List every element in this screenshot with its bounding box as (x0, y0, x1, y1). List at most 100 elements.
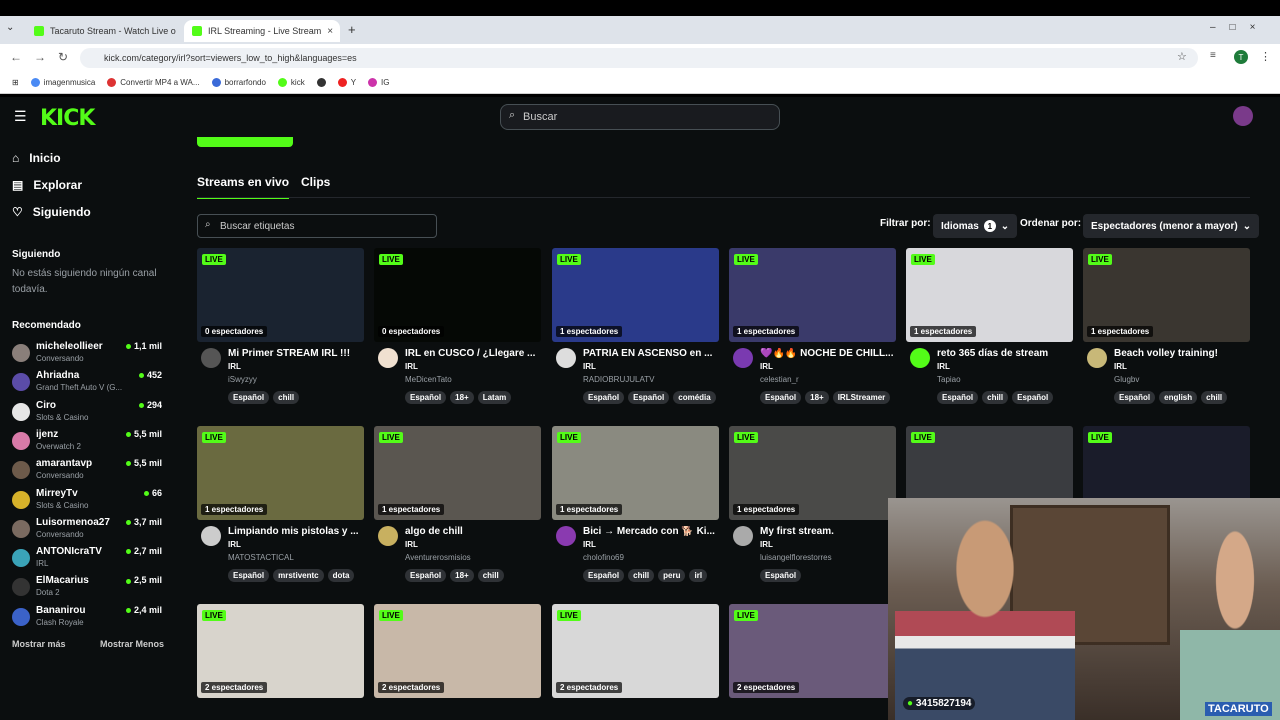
stream-thumbnail[interactable]: LIVE 0 espectadores (197, 248, 364, 342)
tag-chip[interactable]: Español (1012, 391, 1054, 404)
bookmark-item[interactable]: imagenmusica (30, 78, 95, 87)
stream-title[interactable]: algo de chill (405, 526, 541, 537)
close-icon[interactable]: × (327, 26, 333, 37)
tag-chip[interactable]: Español (228, 569, 270, 582)
nav-inicio[interactable]: ⌂ Inicio (12, 151, 61, 165)
recommended-channel[interactable]: amarantavp Conversando 5,5 mil (12, 458, 162, 486)
stream-title[interactable]: My first stream. (760, 526, 896, 537)
streamer-avatar[interactable] (201, 526, 221, 546)
bookmark-item[interactable]: IG (368, 78, 390, 87)
stream-thumbnail[interactable]: LIVE 2 espectadores (197, 604, 364, 698)
streamer-name[interactable]: cholofino69 (583, 553, 624, 562)
stream-category[interactable]: IRL (760, 362, 773, 371)
apps-icon[interactable]: ⊞ (12, 78, 19, 87)
stream-title[interactable]: reto 365 días de stream (937, 348, 1073, 359)
tag-chip[interactable]: chill (982, 391, 1009, 404)
stream-title[interactable]: Limpiando mis pistolas y ... (228, 526, 364, 537)
reload-icon[interactable]: ↻ (58, 50, 68, 64)
stream-category[interactable]: IRL (760, 540, 773, 549)
stream-category[interactable]: IRL (228, 540, 241, 549)
tag-chip[interactable]: Español (1114, 391, 1156, 404)
browser-tab-tacaruto[interactable]: Tacaruto Stream - Watch Live o × (26, 20, 178, 42)
recommended-channel[interactable]: MirreyTv Slots & Casino 66 (12, 488, 162, 516)
streamer-name[interactable]: MeDicenTato (405, 375, 452, 384)
stream-title[interactable]: Bici → Mercado con 🐕 Ki... (583, 526, 719, 537)
show-less-button[interactable]: Mostrar Menos (100, 639, 164, 649)
tag-chip[interactable]: Español (583, 569, 625, 582)
tag-chip[interactable]: Español (760, 569, 802, 582)
bookmark-item[interactable]: borrarfondo (211, 78, 266, 87)
stream-thumbnail[interactable]: LIVE 1 espectadores (552, 248, 719, 342)
forward-icon[interactable]: → (34, 50, 46, 64)
stream-thumbnail[interactable]: LIVE 2 espectadores (374, 604, 541, 698)
stream-title[interactable]: IRL en CUSCO / ¿Llegare ... (405, 348, 541, 359)
stream-category[interactable]: IRL (228, 362, 241, 371)
category-follow-button[interactable] (197, 137, 293, 147)
tag-chip[interactable]: 18+ (450, 391, 474, 404)
tag-chip[interactable]: IRLStreamer (832, 391, 891, 404)
tag-chip[interactable]: chill (477, 569, 504, 582)
tag-search-input[interactable]: Buscar etiquetas (197, 214, 437, 238)
streamer-name[interactable]: Tapiao (937, 375, 961, 384)
streamer-avatar[interactable] (1087, 348, 1107, 368)
tag-chip[interactable]: peru (658, 569, 686, 582)
stream-category[interactable]: IRL (405, 540, 418, 549)
tag-chip[interactable]: irl (689, 569, 708, 582)
tab-clips[interactable]: Clips (301, 175, 330, 189)
sort-dropdown[interactable]: Espectadores (menor a mayor) ⌄ (1083, 214, 1260, 238)
tab-streams[interactable]: Streams en vivo (197, 175, 290, 199)
tag-chip[interactable]: Español (760, 391, 802, 404)
stream-thumbnail[interactable]: LIVE 1 espectadores (729, 426, 896, 520)
streamer-avatar[interactable] (556, 526, 576, 546)
bookmark-item[interactable] (316, 78, 326, 87)
stream-title[interactable]: Mi Primer STREAM IRL !!! (228, 348, 364, 359)
streamer-avatar[interactable] (910, 348, 930, 368)
stream-title[interactable]: PATRIA EN ASCENSO en ... (583, 348, 719, 359)
streamer-name[interactable]: RADIOBRUJULATV (583, 375, 654, 384)
tag-chip[interactable]: 18+ (450, 569, 474, 582)
show-more-button[interactable]: Mostrar más (12, 639, 66, 649)
stream-thumbnail[interactable]: LIVE 2 espectadores (729, 604, 896, 698)
bookmark-star-icon[interactable]: ☆ (1177, 50, 1187, 63)
new-tab-button[interactable]: + (348, 22, 356, 37)
recommended-channel[interactable]: ijenz Overwatch 2 5,5 mil (12, 429, 162, 457)
bookmark-item[interactable]: kick (277, 78, 305, 87)
streamer-name[interactable]: MATOSTACTICAL (228, 553, 294, 562)
media-icon[interactable]: ≡ (1210, 50, 1216, 61)
streamer-name[interactable]: Glugbv (1114, 375, 1139, 384)
tag-chip[interactable]: chill (1201, 391, 1228, 404)
stream-category[interactable]: IRL (583, 540, 596, 549)
stream-thumbnail[interactable]: LIVE 2 espectadores (552, 604, 719, 698)
streamer-name[interactable]: iSwyzyy (228, 375, 257, 384)
kick-logo[interactable]: KICK (40, 106, 95, 131)
tag-chip[interactable]: Español (628, 391, 670, 404)
menu-icon[interactable]: ⋮ (1260, 50, 1271, 63)
tag-chip[interactable]: 18+ (805, 391, 829, 404)
streamer-avatar[interactable] (733, 526, 753, 546)
tag-chip[interactable]: Latam (477, 391, 512, 404)
stream-title[interactable]: Beach volley training! (1114, 348, 1250, 359)
bookmark-item[interactable]: Convertir MP4 a WA... (107, 78, 200, 87)
browser-tab-irl[interactable]: IRL Streaming - Live Stream × (184, 20, 340, 42)
recommended-channel[interactable]: Luisormenoa27 Conversando 3,7 mil (12, 517, 162, 545)
tag-chip[interactable]: Español (583, 391, 625, 404)
back-icon[interactable]: ← (10, 50, 22, 64)
tag-chip[interactable]: Español (228, 391, 270, 404)
streamer-name[interactable]: Aventurerosmisios (405, 553, 471, 562)
tag-chip[interactable]: dota (327, 569, 355, 582)
tag-chip[interactable]: Español (937, 391, 979, 404)
profile-avatar[interactable]: T (1234, 50, 1248, 64)
hamburger-menu-icon[interactable]: ☰ (14, 108, 27, 125)
recommended-channel[interactable]: Ahriadna Grand Theft Auto V (G... 452 (12, 370, 162, 398)
tag-chip[interactable]: Español (405, 569, 447, 582)
language-filter-dropdown[interactable]: Idiomas 1 ⌄ (933, 214, 1018, 238)
stream-thumbnail[interactable]: LIVE 1 espectadores (729, 248, 896, 342)
tag-chip[interactable]: chill (628, 569, 655, 582)
nav-explorar[interactable]: ▤ Explorar (12, 178, 82, 192)
stream-thumbnail[interactable]: LIVE 1 espectadores (1083, 248, 1250, 342)
stream-thumbnail[interactable]: LIVE 1 espectadores (906, 248, 1073, 342)
recommended-channel[interactable]: Bananirou Clash Royale 2,4 mil (12, 605, 162, 633)
stream-title[interactable]: 💜🔥🔥 NOCHE DE CHILL... (760, 348, 896, 359)
stream-thumbnail[interactable]: LIVE 1 espectadores (374, 426, 541, 520)
streamer-avatar[interactable] (733, 348, 753, 368)
